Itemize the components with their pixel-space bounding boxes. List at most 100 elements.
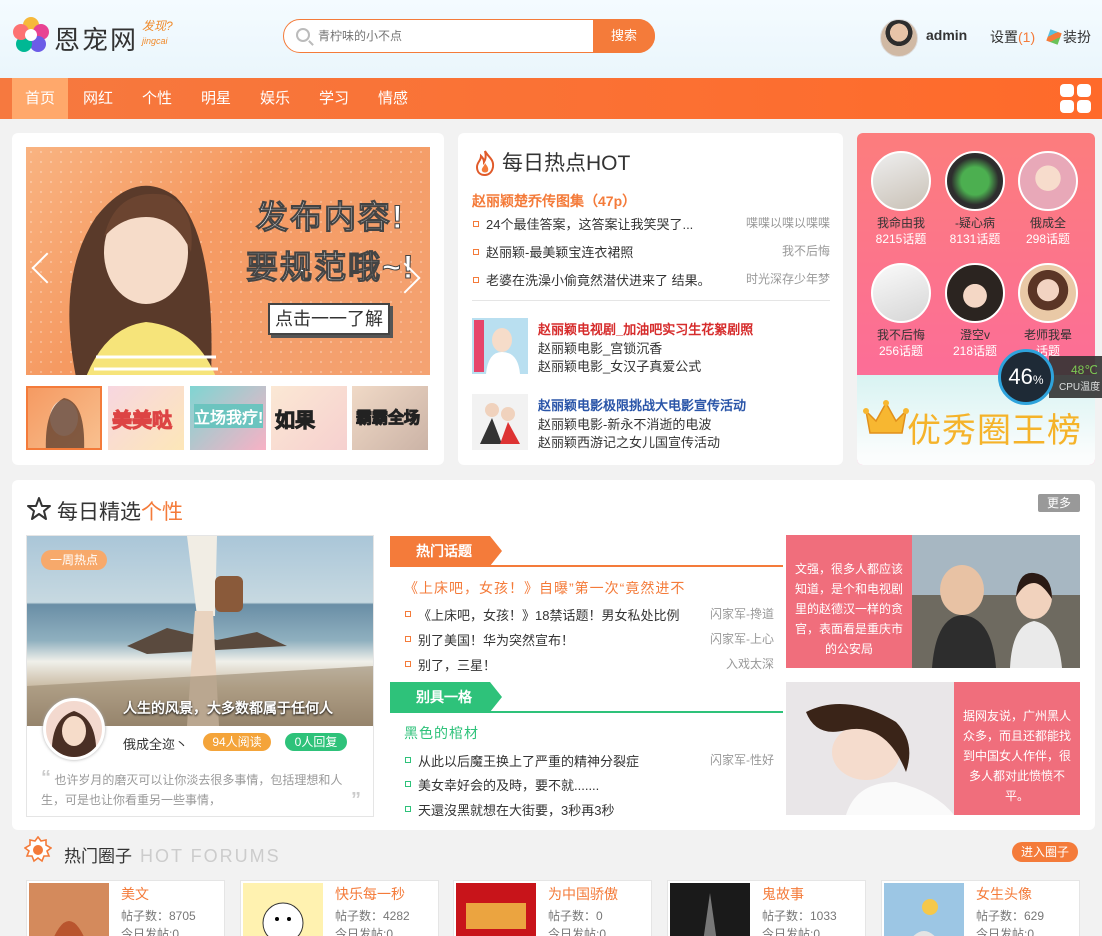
- nav-item-qinggan[interactable]: 情感: [365, 78, 421, 119]
- forum-image: [884, 883, 964, 936]
- news-headline[interactable]: 赵丽颖电影极限挑战大电影宣传活动: [538, 395, 746, 414]
- cpu-temp-widget: 48℃ CPU温度: [1049, 356, 1102, 398]
- rank-person[interactable]: 澄空v 218话题: [940, 263, 1010, 359]
- slider-thumb-5[interactable]: 霸霸全场: [352, 386, 428, 450]
- nav-item-wanghong[interactable]: 网红: [70, 78, 126, 119]
- unique-item[interactable]: 从此以后魔王换上了严重的精神分裂症 闪家军-性好: [404, 751, 774, 771]
- news-item[interactable]: 赵丽颖电视剧_加油吧实习生花絮剧照 赵丽颖电影_宫锁沉香 赵丽颖电影_女汉子真爱…: [472, 318, 842, 376]
- story-card[interactable]: 据网友说，广州黑人众多，而且还都能找到中国女人作伴，很多人都对此愤愤不平。: [786, 682, 1080, 815]
- settings-link[interactable]: 设置(1): [990, 27, 1035, 47]
- nav-item-yule[interactable]: 娱乐: [247, 78, 303, 119]
- hot-list-item[interactable]: 赵丽颖-最美颖宝连衣裙照 我不后悔: [472, 242, 830, 262]
- rank-person[interactable]: 俄成全 298话题: [1013, 151, 1083, 247]
- search-button[interactable]: 搜索: [593, 19, 655, 53]
- nav-item-xuexi[interactable]: 学习: [306, 78, 362, 119]
- rank-avatar: [945, 263, 1005, 323]
- forum-card[interactable]: 女生头像 帖子数：629 今日发帖:0: [881, 880, 1080, 936]
- news-headline[interactable]: 赵丽颖电视剧_加油吧实习生花絮剧照: [538, 319, 753, 338]
- settings-count: (1): [1018, 29, 1036, 45]
- unique-headline[interactable]: 黑色的棺材: [404, 723, 479, 743]
- reads-badge: 94人阅读: [203, 733, 271, 751]
- rank-card: 我命由我 8215话题 -疑心病 8131话题 俄成全 298话题 我不后悔 256话题…: [857, 133, 1095, 465]
- skin-link[interactable]: 装扮: [1046, 27, 1091, 47]
- slider-thumb-2[interactable]: 美美哒: [108, 386, 184, 450]
- banner-line2: 要规范哦~!: [245, 249, 416, 286]
- forum-image: [243, 883, 323, 936]
- news-line[interactable]: 赵丽颖西游记之女儿国宣传活动: [538, 432, 720, 451]
- rank-avatar: [1018, 151, 1078, 211]
- slider-thumb-1[interactable]: [26, 386, 102, 450]
- feature-author-avatar[interactable]: [43, 698, 105, 760]
- search-icon: [296, 28, 310, 42]
- rank-person[interactable]: 我命由我 8215话题: [866, 151, 936, 247]
- more-button[interactable]: 更多: [1038, 494, 1080, 512]
- hot-list-item[interactable]: 24个最佳答案，这答案让我笑哭了... 喋喋以喋以喋喋: [472, 214, 830, 234]
- logo-flower-icon: [13, 17, 49, 52]
- forum-card[interactable]: 鬼故事 帖子数：1033 今日发帖:0: [667, 880, 866, 936]
- main-nav: 首页 网红 个性 明星 娱乐 学习 情感: [0, 78, 1102, 119]
- slider-thumb-3[interactable]: 立场我疗!: [190, 386, 266, 450]
- replies-badge: 0人回复: [285, 733, 347, 751]
- enter-forums-button[interactable]: 进入圈子: [1012, 842, 1078, 862]
- hot-subtitle-link[interactable]: 赵丽颖楚乔传图集（47p）: [472, 191, 636, 211]
- banner-learn-button[interactable]: 点击一一了解: [268, 303, 390, 335]
- rank-avatar: [1018, 263, 1078, 323]
- rank-avatar: [871, 151, 931, 211]
- nav-item-gexing[interactable]: 个性: [129, 78, 185, 119]
- news-line[interactable]: 赵丽颖电影-新永不消逝的电波: [538, 414, 711, 433]
- search-bar: 搜索: [283, 19, 655, 53]
- hot-title: 每日热点HOT: [502, 152, 631, 175]
- news-line[interactable]: 赵丽颖电影_宫锁沉香: [538, 338, 662, 357]
- hot-list-item[interactable]: 老婆在洗澡小偷竟然潜伏进来了 结果。... 时光深存少年梦: [472, 270, 830, 290]
- user-avatar[interactable]: [880, 19, 918, 57]
- logo-slogan: 发现?: [142, 19, 173, 33]
- cpu-usage-widget: 46%: [998, 349, 1054, 405]
- topic-item[interactable]: 《上床吧，女孩！》18禁话题！男女私处比例 闪家军-搀道: [404, 605, 774, 625]
- news-item[interactable]: 赵丽颖电影极限挑战大电影宣传活动 赵丽颖电影-新永不消逝的电波 赵丽颖西游记之女…: [472, 394, 842, 452]
- feature-card[interactable]: 一周热点 人生的风景，大多数都属于任何人 俄成全迩丶 94人阅读 0人回复 “ …: [26, 535, 374, 817]
- username[interactable]: admin: [926, 27, 967, 43]
- rank-avatar: [945, 151, 1005, 211]
- nav-item-home[interactable]: 首页: [12, 78, 68, 119]
- story-card[interactable]: 文强，很多人都应该知道，是个和电视剧里的赵德汉一样的贪官，表面看是重庆市的公安局: [786, 535, 1080, 668]
- skin-label: 装扮: [1063, 29, 1091, 45]
- search-input[interactable]: [318, 26, 568, 46]
- hot-topic-headline[interactable]: 《上床吧，女孩！》自曝”第一次“竟然进不: [404, 578, 685, 598]
- thumb-label: 如果: [275, 410, 316, 433]
- feature-caption[interactable]: 人生的风景，大多数都属于任何人: [123, 698, 333, 718]
- unique-item[interactable]: 美女幸好会的及時，要不就.......: [404, 775, 774, 795]
- forum-card[interactable]: 美文 帖子数：8705 今日发帖:0: [26, 880, 225, 936]
- rank-person[interactable]: 我不后悔 256话题: [866, 263, 936, 359]
- feature-author-name[interactable]: 俄成全迩丶: [123, 734, 188, 753]
- cpu-label: CPU温度: [1059, 382, 1101, 393]
- story-image: [912, 535, 1080, 668]
- topic-item[interactable]: 别了，三星！ 入戏太深: [404, 655, 774, 675]
- news-image: [472, 394, 528, 450]
- rank-banner-text: 优秀圈王榜: [907, 412, 1082, 450]
- rank-person[interactable]: 老师我晕 话题: [1013, 263, 1083, 359]
- feature-quote: “ 也许岁月的磨灭可以让你淡去很多事情，包括理想和人生，可是也让你看重另一些事情…: [41, 767, 361, 811]
- nav-item-mingxing[interactable]: 明星: [188, 78, 244, 119]
- menu-grid-icon[interactable]: [1060, 84, 1092, 114]
- forum-card[interactable]: 快乐每一秒 帖子数：4282 今日发帖:0: [240, 880, 439, 936]
- story-text: 据网友说，广州黑人众多，而且还都能找到中国女人作伴，很多人都对此愤愤不平。: [962, 709, 1071, 803]
- star-icon: [27, 497, 51, 520]
- feature-tag: 一周热点: [41, 550, 107, 570]
- story-text: 文强，很多人都应该知道，是个和电视剧里的赵德汉一样的贪官，表面看是重庆市的公安局: [794, 562, 903, 656]
- thumb-label: 美美哒: [112, 410, 173, 433]
- banner-line1: 发布内容!: [256, 199, 405, 236]
- slider-thumb-4[interactable]: 如果: [271, 386, 347, 450]
- story-image: [786, 682, 954, 815]
- banner-slide[interactable]: 发布内容! 要规范哦~! 点击一一了解: [26, 147, 430, 375]
- forum-image: [456, 883, 536, 936]
- forums-icon: [24, 836, 52, 863]
- rank-person[interactable]: -疑心病 8131话题: [940, 151, 1010, 247]
- forum-image: [670, 883, 750, 936]
- forum-card[interactable]: 为中国骄傲 帖子数：0 今日发帖:0: [453, 880, 652, 936]
- news-line[interactable]: 赵丽颖电影_女汉子真爱公式: [538, 356, 701, 375]
- settings-label: 设置: [990, 29, 1018, 45]
- crown-icon: [863, 400, 909, 434]
- topic-item[interactable]: 别了美国！华为突然宣布！ 闪家军-上心: [404, 630, 774, 650]
- site-logo[interactable]: 恩宠网 发现? jingcai: [12, 14, 182, 58]
- unique-item[interactable]: 天還沒黑就想在大街要，3秒再3秒: [404, 800, 774, 820]
